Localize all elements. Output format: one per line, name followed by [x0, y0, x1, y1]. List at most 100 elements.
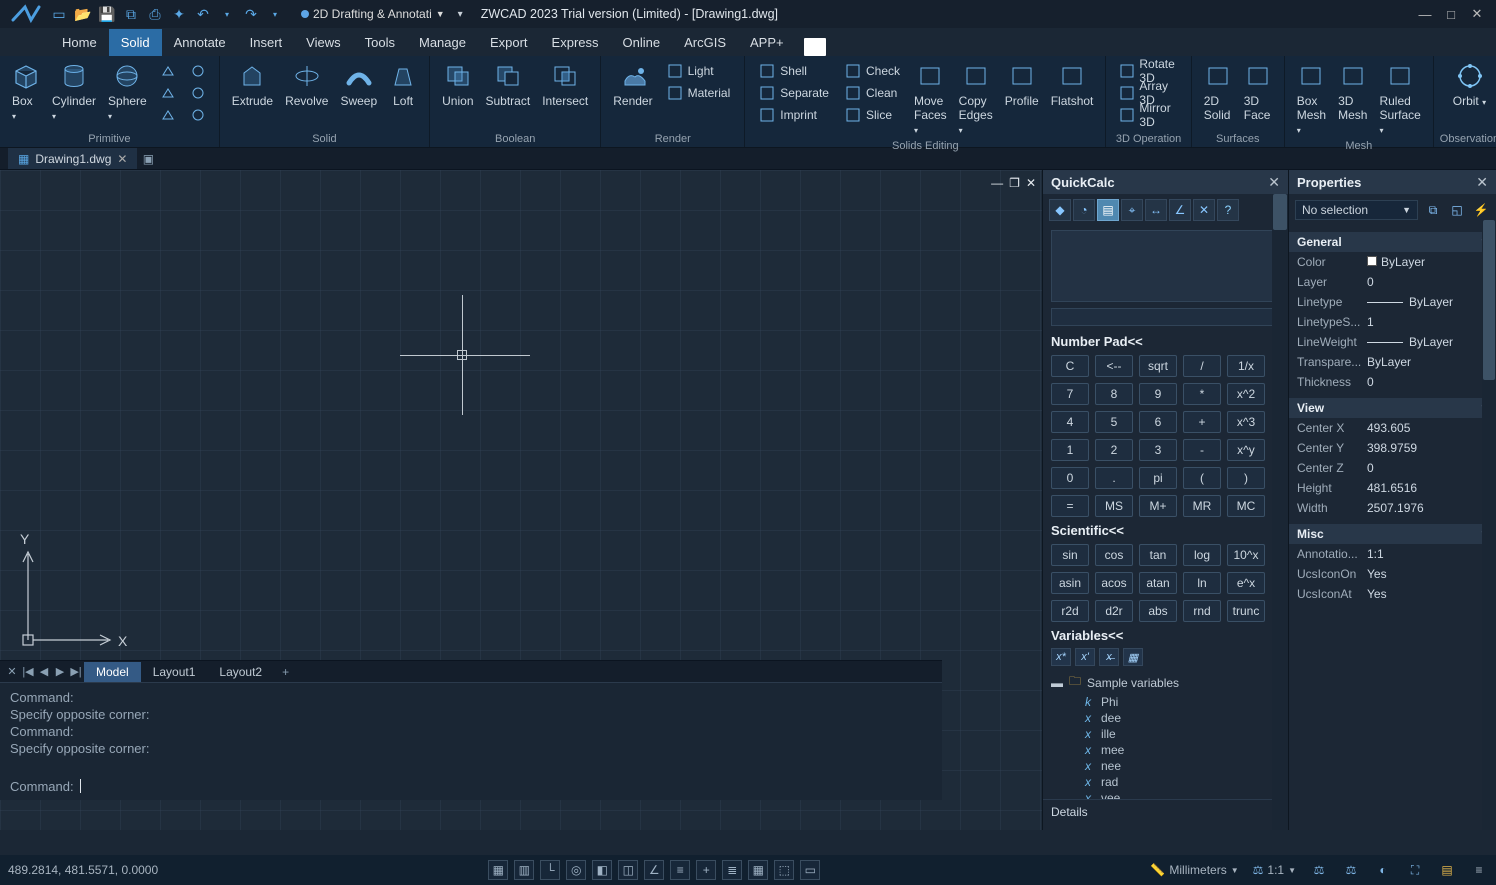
calc-button-r2d[interactable]: r2d — [1051, 600, 1089, 622]
close-icon[interactable]: ✕ — [117, 152, 127, 166]
imprint-button[interactable]: Imprint — [755, 104, 833, 126]
lwt-icon[interactable]: ≡ — [670, 860, 690, 880]
vp-minimize-icon[interactable]: — — [991, 176, 1003, 190]
calc-button-trunc[interactable]: trunc — [1227, 600, 1265, 622]
qc-paste-icon[interactable]: ▤ — [1097, 199, 1119, 221]
primitive-small-0[interactable] — [157, 60, 179, 82]
quickcalc-header[interactable]: QuickCalc ✕ — [1043, 170, 1288, 194]
menu-tab-online[interactable]: Online — [611, 29, 673, 56]
menu-tab-arcgis[interactable]: ArcGIS — [672, 29, 738, 56]
variable-dee[interactable]: xdee — [1051, 710, 1280, 726]
primitive-small2-2[interactable] — [187, 104, 209, 126]
app-logo-icon[interactable] — [6, 0, 46, 28]
prop-row-ucsiconat[interactable]: UcsIconAtYes — [1289, 584, 1496, 604]
dyn-icon[interactable]: + — [696, 860, 716, 880]
close-icon[interactable]: ✕ — [1476, 174, 1488, 191]
calc-button-4[interactable]: 4 — [1051, 411, 1089, 433]
calc-button-abs[interactable]: abs — [1139, 600, 1177, 622]
redo-drop-icon[interactable]: ▾ — [266, 5, 284, 23]
qc-angle-icon[interactable]: ∠ — [1169, 199, 1191, 221]
open-icon[interactable]: 📂 — [74, 5, 92, 23]
menu-tab-express[interactable]: Express — [540, 29, 611, 56]
prop-row-lineweight[interactable]: LineWeightByLayer — [1289, 332, 1496, 352]
variable-ille[interactable]: xille — [1051, 726, 1280, 742]
tpy-icon[interactable]: ▦ — [748, 860, 768, 880]
extrude-button[interactable]: Extrude — [226, 60, 279, 110]
annoauto-icon[interactable]: ⚖ — [1342, 861, 1360, 879]
drawing-canvas[interactable]: — ❐ ✕ Y X ✕ |◀ ◀ ▶ ▶| ModelLayout1Layou — [0, 170, 1042, 830]
calc-button-1[interactable]: 1 — [1051, 439, 1089, 461]
qp-icon[interactable]: ▭ — [800, 860, 820, 880]
var-new-icon[interactable]: x* — [1051, 648, 1071, 666]
copy-edges-button[interactable]: Copy Edges ▾ — [953, 60, 999, 138]
layout-tab-layout2[interactable]: Layout2 — [207, 662, 274, 682]
scrollbar[interactable] — [1272, 194, 1288, 830]
var-edit-icon[interactable]: x' — [1075, 648, 1095, 666]
menu-tab-insert[interactable]: Insert — [238, 29, 295, 56]
ruled-surface-button[interactable]: Ruled Surface ▾ — [1373, 60, 1426, 138]
prop-value[interactable]: 398.9759 — [1367, 441, 1488, 455]
calc-button-0[interactable]: 0 — [1051, 467, 1089, 489]
status-annoscale[interactable]: ⚖ 1:1 ▼ — [1253, 863, 1296, 877]
qc-intersect-icon[interactable]: ✕ — [1193, 199, 1215, 221]
render-button[interactable]: Render — [607, 60, 658, 110]
calc-button-x3[interactable]: x^3 — [1227, 411, 1265, 433]
prop-row-linetypes[interactable]: LinetypeS...1 — [1289, 312, 1496, 332]
orbit-button[interactable]: Orbit ▾ — [1447, 60, 1492, 110]
calc-button-pi[interactable]: pi — [1139, 467, 1177, 489]
redo-icon[interactable]: ↷ — [242, 5, 260, 23]
layout-tab-layout1[interactable]: Layout1 — [141, 662, 208, 682]
clean-button[interactable]: Clean — [841, 82, 904, 104]
collapse-icon[interactable]: ▬ — [1051, 676, 1063, 690]
qc-help-icon[interactable]: ? — [1217, 199, 1239, 221]
calc-button-xy[interactable]: x^y — [1227, 439, 1265, 461]
layout-last-icon[interactable]: ▶| — [68, 665, 84, 678]
prop-value[interactable]: ByLayer — [1367, 355, 1488, 369]
command-window[interactable]: Command:Specify opposite corner:Command:… — [0, 682, 942, 800]
calc-button-9[interactable]: 9 — [1139, 383, 1177, 405]
layout-prev-icon[interactable]: ◀ — [36, 665, 52, 678]
prop-group-misc[interactable]: Misc▾ — [1289, 524, 1496, 544]
menu-tab-home[interactable]: Home — [50, 29, 109, 56]
box-button[interactable]: Box ▾ — [6, 60, 46, 124]
command-input[interactable]: Command: — [10, 779, 910, 794]
new-tab-button[interactable]: ▣ — [137, 148, 159, 169]
undo-drop-icon[interactable]: ▾ — [218, 5, 236, 23]
workspace-dropdown[interactable]: 2D Drafting & Annotati ▼ — [294, 5, 452, 23]
select-objects-icon[interactable]: ◱ — [1448, 201, 1466, 219]
2d-solid-button[interactable]: 2D Solid — [1198, 60, 1238, 124]
prop-row-transpare[interactable]: Transpare...ByLayer — [1289, 352, 1496, 372]
variable-Phi[interactable]: kPhi — [1051, 694, 1280, 710]
variables-tree[interactable]: ▬ 🗀 Sample variables kPhixdeexillexmeexn… — [1043, 669, 1288, 799]
variable-nee[interactable]: xnee — [1051, 758, 1280, 774]
calc-button-[interactable]: ) — [1227, 467, 1265, 489]
prop-row-centerx[interactable]: Center X493.605 — [1289, 418, 1496, 438]
calc-button-3[interactable]: 3 — [1139, 439, 1177, 461]
calc-button-[interactable]: * — [1183, 383, 1221, 405]
menu-tab-tools[interactable]: Tools — [353, 29, 407, 56]
calc-button-rnd[interactable]: rnd — [1183, 600, 1221, 622]
ortho-icon[interactable]: └ — [540, 860, 560, 880]
tree-root[interactable]: ▬ 🗀 Sample variables — [1051, 671, 1280, 694]
primitive-small-2[interactable] — [157, 104, 179, 126]
calc-button-10x[interactable]: 10^x — [1227, 544, 1265, 566]
subtract-button[interactable]: Subtract — [480, 60, 537, 110]
prop-value[interactable]: 2507.1976 — [1367, 501, 1488, 515]
quickselect-icon[interactable]: ⚡ — [1472, 201, 1490, 219]
loft-button[interactable]: Loft — [383, 60, 423, 110]
menu-tab-views[interactable]: Views — [294, 29, 352, 56]
menu-tab-export[interactable]: Export — [478, 29, 540, 56]
calc-button-MR[interactable]: MR — [1183, 495, 1221, 517]
prop-group-view[interactable]: View▾ — [1289, 398, 1496, 418]
prop-row-color[interactable]: ColorByLayer — [1289, 252, 1496, 272]
status-coordinates[interactable]: 489.2814, 481.5571, 0.0000 — [8, 863, 158, 877]
calc-button-[interactable]: = — [1051, 495, 1089, 517]
scrollbar-thumb[interactable] — [1273, 194, 1287, 230]
calc-button-acos[interactable]: acos — [1095, 572, 1133, 594]
prop-value[interactable]: ByLayer — [1367, 295, 1488, 309]
undo-icon[interactable]: ↶ — [194, 5, 212, 23]
new-icon[interactable]: ▭ — [50, 5, 68, 23]
layout-first-icon[interactable]: |◀ — [20, 665, 36, 678]
calc-button-ex[interactable]: e^x — [1227, 572, 1265, 594]
customize-icon[interactable]: ≡ — [1470, 861, 1488, 879]
